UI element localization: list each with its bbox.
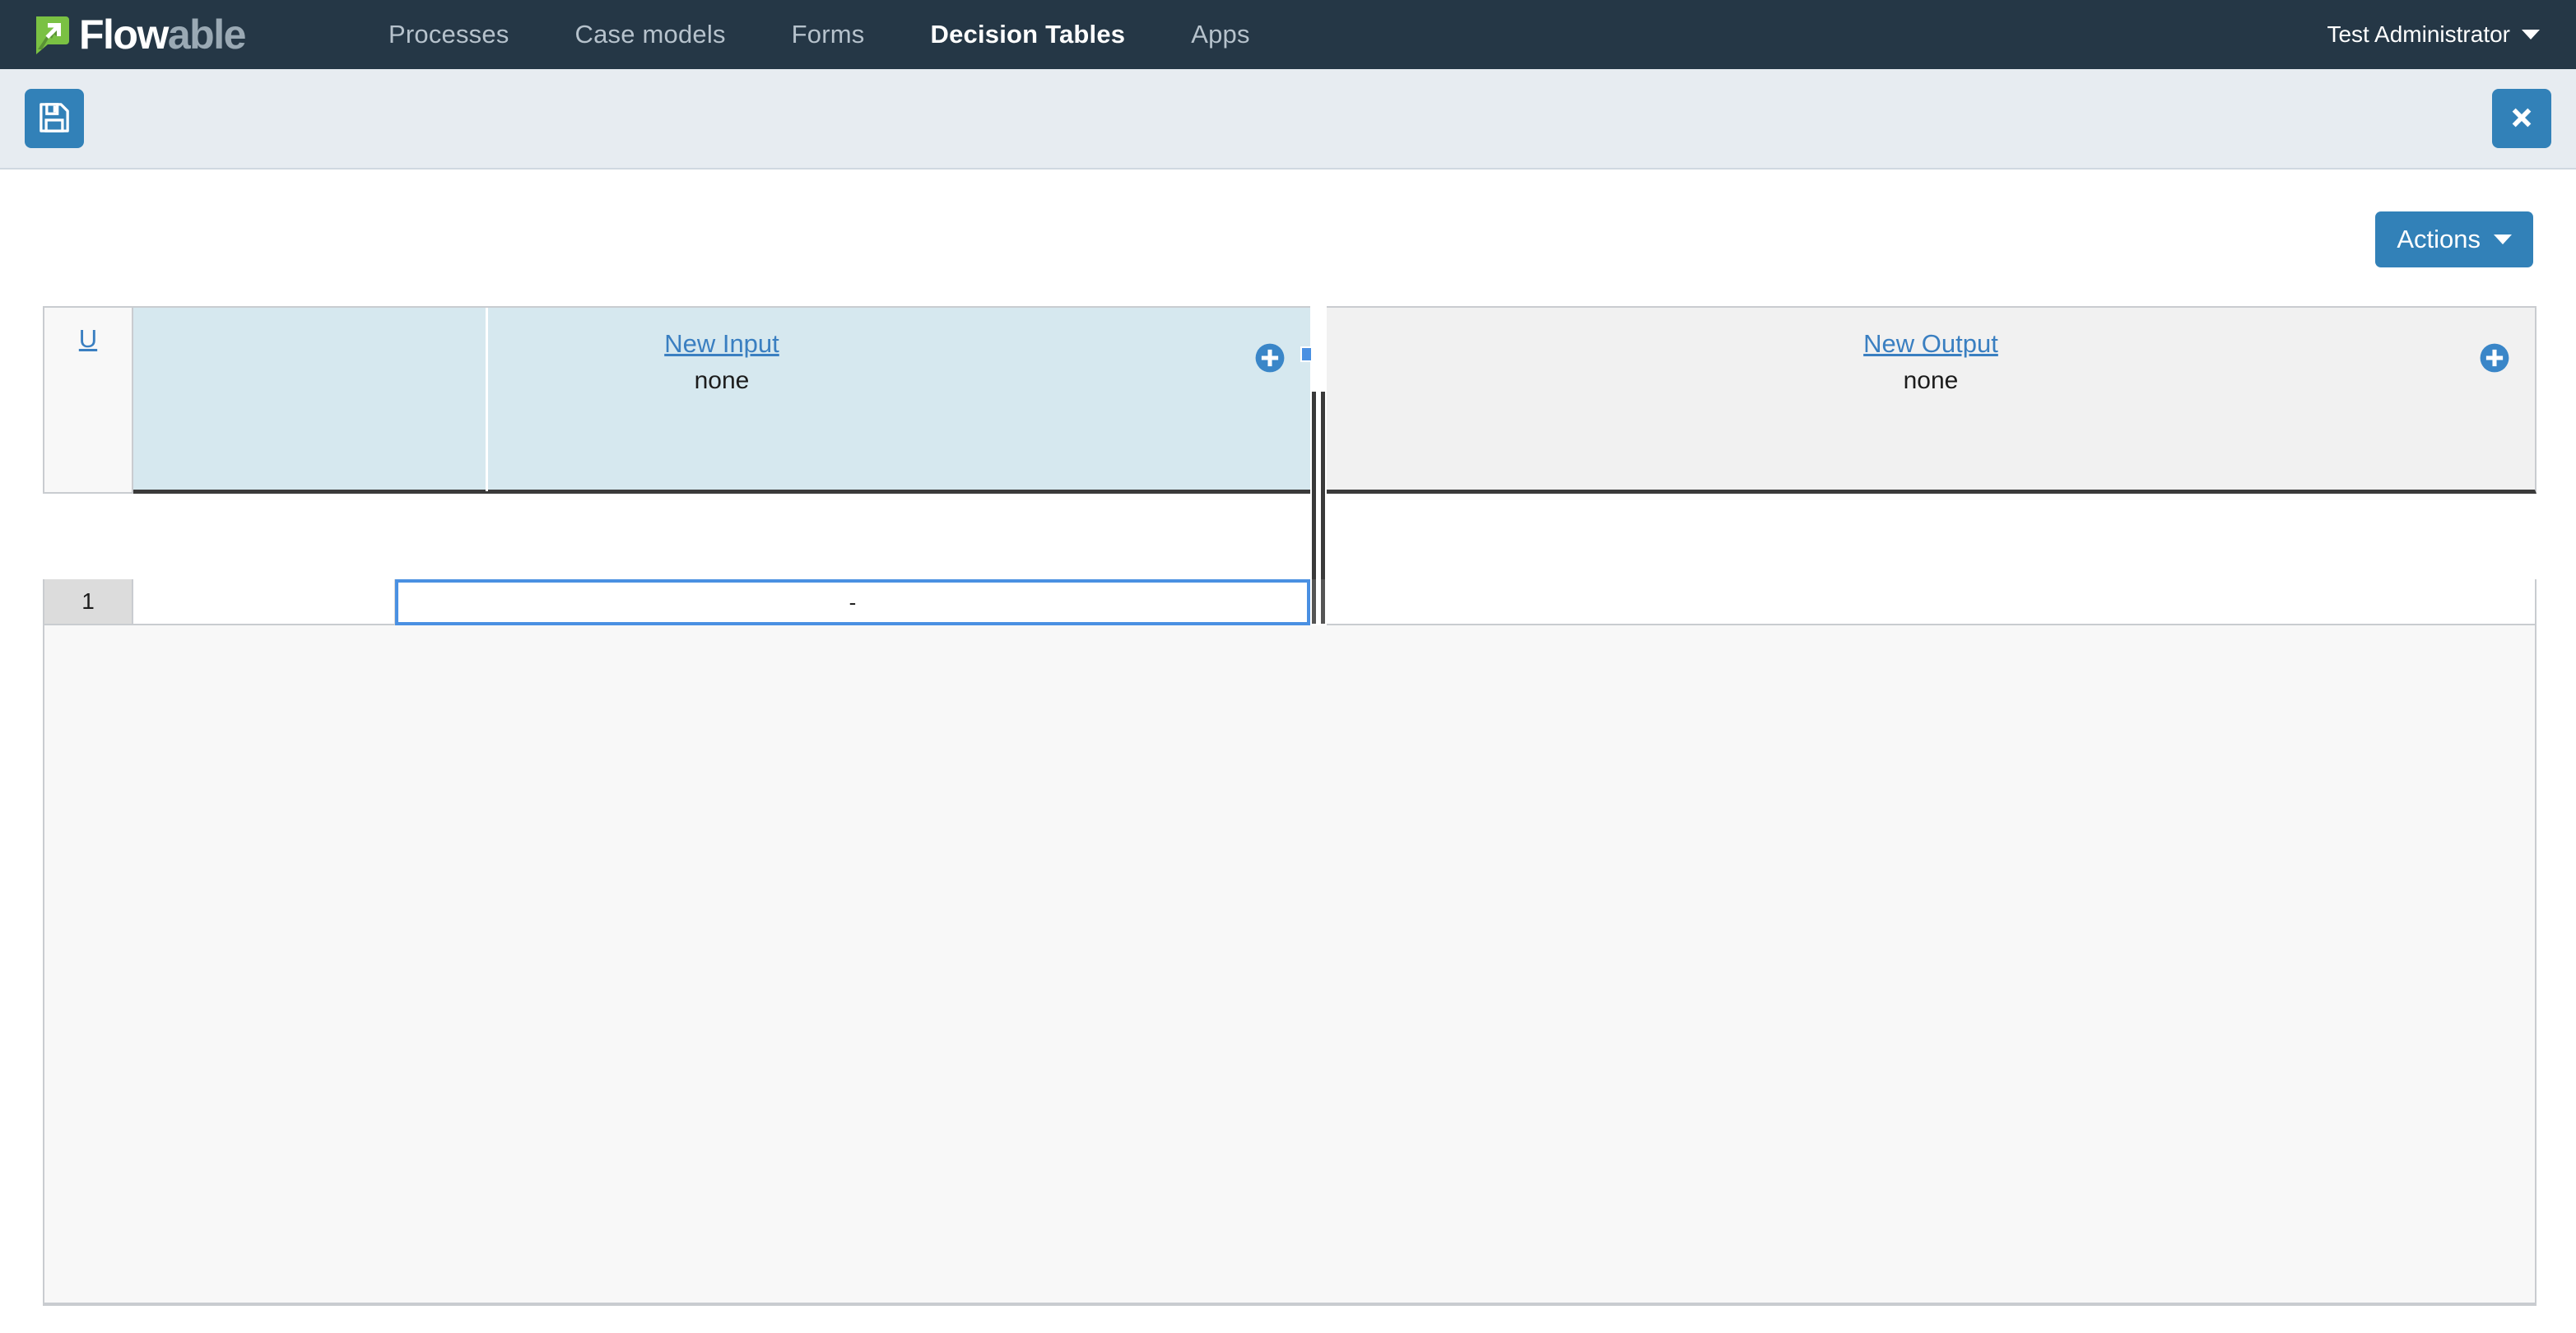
nav-item-apps[interactable]: Apps	[1158, 0, 1282, 69]
floppy-disk-save-icon	[36, 100, 72, 138]
row-number-cell[interactable]: 1	[43, 579, 133, 625]
input-column-link[interactable]: New Input	[664, 329, 779, 358]
top-navbar: Flowable Processes Case models Forms Dec…	[0, 0, 2576, 82]
selection-fill-handle[interactable]	[1300, 346, 1313, 362]
brand-wordmark: Flowable	[79, 12, 247, 58]
nav-item-label: Apps	[1191, 20, 1250, 49]
close-button[interactable]	[2492, 89, 2551, 148]
table-row: 1 -	[43, 579, 2536, 625]
add-output-column-button[interactable]	[2479, 342, 2510, 374]
user-menu[interactable]: Test Administrator	[2327, 0, 2540, 69]
output-column-header: New Output none	[1327, 306, 2536, 494]
output-column-link[interactable]: New Output	[1863, 329, 1998, 358]
caret-down-icon	[2494, 235, 2512, 244]
nav-item-case-models[interactable]: Case models	[542, 0, 759, 69]
input-column-type: none	[694, 367, 750, 394]
nav-item-label: Forms	[791, 20, 865, 49]
main-navigation: Processes Case models Forms Decision Tab…	[356, 0, 1283, 82]
user-menu-label: Test Administrator	[2327, 21, 2510, 47]
cell-input-1[interactable]	[133, 579, 395, 625]
nav-item-processes[interactable]: Processes	[356, 0, 542, 69]
decision-table: Determine Discount U New Input none New …	[43, 306, 2536, 1306]
input-column-header: New Input none	[133, 306, 1310, 494]
row-section-divider	[1310, 579, 1327, 625]
nav-item-forms[interactable]: Forms	[759, 0, 898, 69]
input-output-section-divider	[1310, 392, 1327, 579]
brand-wordmark-primary: Flow	[79, 12, 169, 58]
table-empty-body	[43, 625, 2536, 1306]
output-column-type: none	[1903, 367, 1959, 394]
save-button[interactable]	[25, 89, 84, 148]
brand-wordmark-secondary: able	[167, 12, 247, 58]
nav-item-label: Processes	[388, 20, 509, 49]
input-subcolumn-divider	[486, 308, 488, 491]
editor-toolbar	[0, 69, 2576, 170]
chevron-down-icon	[2522, 30, 2540, 39]
brand-logo[interactable]: Flowable	[0, 0, 346, 69]
flowable-logo-icon	[30, 13, 72, 56]
hit-policy-link[interactable]: U	[79, 326, 97, 492]
cell-output-1[interactable]	[1327, 579, 2536, 625]
nav-item-label: Decision Tables	[930, 20, 1126, 49]
input-column-label-block: New Input none	[133, 329, 1310, 395]
actions-bar: Actions	[0, 170, 2576, 290]
nav-item-label: Case models	[574, 20, 726, 49]
hit-policy-cell[interactable]: U	[43, 306, 133, 494]
close-x-icon	[2505, 101, 2538, 137]
output-column-label-block: New Output none	[1327, 329, 2535, 395]
cell-input-2-selected[interactable]: -	[395, 579, 1310, 625]
nav-item-decision-tables[interactable]: Decision Tables	[897, 0, 1158, 82]
actions-button-label: Actions	[2397, 225, 2481, 253]
actions-button[interactable]: Actions	[2375, 211, 2533, 267]
add-input-column-button[interactable]	[1254, 342, 1286, 374]
